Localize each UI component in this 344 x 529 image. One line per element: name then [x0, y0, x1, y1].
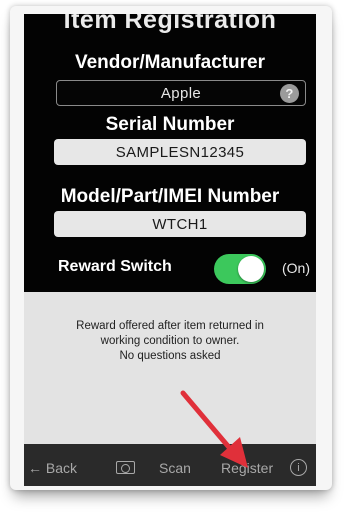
reward-switch-label: Reward Switch: [58, 258, 172, 275]
vendor-value: Apple: [160, 84, 202, 102]
phone-screen: Item Registration Vendor/Manufacturer Ap…: [24, 14, 316, 486]
reward-switch-row: Reward Switch (On): [24, 254, 316, 284]
info-line: Reward offered after item returned in: [76, 320, 264, 332]
info-icon[interactable]: i: [290, 459, 307, 476]
info-line: No questions asked: [119, 350, 221, 362]
vendor-select[interactable]: Apple ?: [56, 80, 306, 106]
page-title: Item Registration: [63, 14, 277, 34]
vendor-label: Vendor/Manufacturer: [74, 52, 266, 73]
serial-number-field[interactable]: SAMPLESN12345: [54, 139, 306, 165]
reward-toggle[interactable]: [214, 254, 266, 284]
model-number-value: WTCH1: [152, 215, 208, 233]
reward-info-text: Reward offered after item returned in wo…: [34, 319, 306, 364]
bottom-toolbar: ← Back Scan Register i: [24, 444, 316, 486]
back-button[interactable]: ← Back: [28, 460, 77, 476]
model-number-label: Model/Part/IMEI Number: [60, 186, 280, 207]
info-line: working condition to owner.: [100, 335, 240, 347]
serial-number-label: Serial Number: [105, 114, 235, 135]
reward-info-panel: Reward offered after item returned in wo…: [24, 292, 316, 444]
serial-number-value: SAMPLESN12345: [115, 143, 245, 161]
camera-icon[interactable]: [116, 461, 135, 474]
reward-state-label: (On): [282, 260, 310, 276]
scan-button[interactable]: Scan: [159, 460, 191, 476]
model-number-field[interactable]: WTCH1: [54, 211, 306, 237]
help-icon[interactable]: ?: [280, 84, 299, 103]
register-button[interactable]: Register: [221, 460, 273, 476]
toggle-knob: [238, 256, 264, 282]
